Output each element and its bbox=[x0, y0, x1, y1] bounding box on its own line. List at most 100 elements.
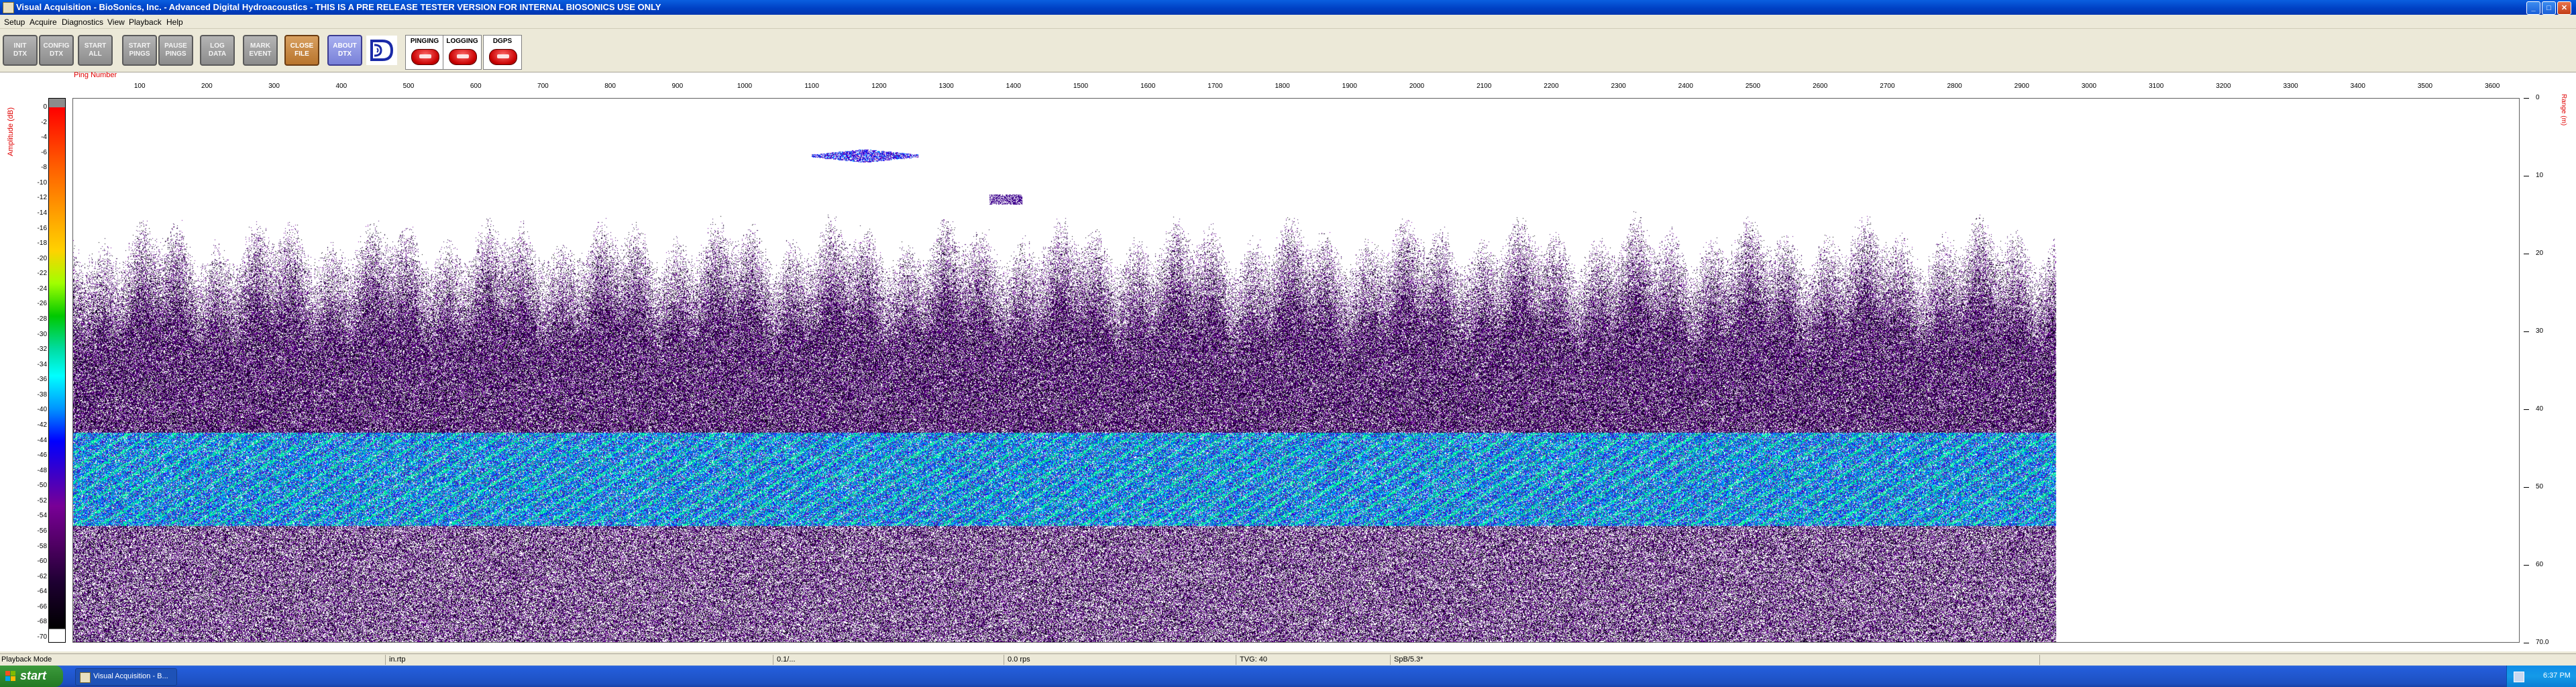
network-icon[interactable] bbox=[2514, 672, 2524, 682]
range-tick-mark bbox=[2524, 331, 2529, 332]
logging-led-icon bbox=[449, 49, 477, 65]
close-file-button[interactable]: CLOSE FILE bbox=[284, 35, 319, 66]
amplitude-tick-label: -64 bbox=[37, 588, 47, 596]
status-divider bbox=[1390, 655, 1391, 665]
range-tick-label: 50 bbox=[2536, 483, 2544, 490]
about-dtx-button[interactable]: ABOUT DTX bbox=[327, 35, 362, 66]
amplitude-tick-label: -28 bbox=[37, 315, 47, 323]
range-tick-label: 30 bbox=[2536, 327, 2544, 335]
pinging-indicator: PINGING bbox=[405, 35, 444, 70]
x-tick-label: 1400 bbox=[1006, 83, 1021, 90]
pause-pings-button[interactable]: PAUSE PINGS bbox=[158, 35, 193, 66]
system-tray: 6:37 PM bbox=[2506, 666, 2576, 687]
start-button[interactable]: start bbox=[0, 666, 63, 687]
minimize-button[interactable]: _ bbox=[2526, 1, 2540, 15]
range-tick-label: 10 bbox=[2536, 172, 2544, 179]
amplitude-tick-label: -22 bbox=[37, 270, 47, 278]
start-label: start bbox=[20, 669, 47, 682]
amplitude-tick-label: -42 bbox=[37, 421, 47, 429]
x-axis-title: Ping Number bbox=[74, 71, 117, 79]
amplitude-tick-label: -18 bbox=[37, 240, 47, 248]
x-tick-label: 1500 bbox=[1073, 83, 1089, 90]
taskbar-item-label: Visual Acquisition - B... bbox=[93, 672, 168, 680]
x-tick-label: 300 bbox=[268, 83, 280, 90]
mark-event-button[interactable]: MARK EVENT bbox=[243, 35, 278, 66]
amplitude-tick-label: -48 bbox=[37, 466, 47, 474]
amplitude-tick-label: -46 bbox=[37, 452, 47, 460]
dgps-label: DGPS bbox=[492, 38, 513, 45]
x-tick-label: 1100 bbox=[804, 83, 819, 90]
range-tick-label: 40 bbox=[2536, 405, 2544, 413]
maximize-button[interactable]: □ bbox=[2542, 1, 2556, 15]
menu-help[interactable]: Help bbox=[166, 17, 183, 27]
status-tvg: TVG: 40 bbox=[1240, 655, 1267, 664]
title-bar: Visual Acquisition - BioSonics, Inc. - A… bbox=[0, 0, 2576, 15]
menu-setup[interactable]: Setup bbox=[4, 17, 25, 27]
status-field6: SpB/5.3* bbox=[1394, 655, 1424, 664]
x-tick-label: 200 bbox=[201, 83, 213, 90]
config-dtx-label: CONFIG DTX bbox=[43, 42, 70, 58]
menu-diagnostics[interactable]: Diagnostics bbox=[62, 17, 103, 27]
menu-view[interactable]: View bbox=[107, 17, 125, 27]
status-bar: Playback Mode in.rtp 0.1/... 0.0 rps TVG… bbox=[0, 653, 2576, 666]
x-tick-label: 400 bbox=[335, 83, 347, 90]
taskbar-item-visual-acquisition[interactable]: Visual Acquisition - B... bbox=[75, 668, 177, 686]
amplitude-tick-label: -40 bbox=[37, 406, 47, 414]
x-tick-label: 1600 bbox=[1140, 83, 1156, 90]
x-tick-label: 3300 bbox=[2283, 83, 2298, 90]
x-tick-label: 900 bbox=[672, 83, 684, 90]
amplitude-tick-label: -58 bbox=[37, 542, 47, 550]
amplitude-tick-label: -10 bbox=[37, 178, 47, 187]
menu-playback[interactable]: Playback bbox=[129, 17, 162, 27]
amplitude-tick-label: -14 bbox=[37, 209, 47, 217]
start-pings-label: START PINGS bbox=[128, 42, 151, 58]
range-tick-label: 60 bbox=[2536, 561, 2544, 568]
app-icon bbox=[80, 672, 91, 683]
x-tick-label: 3000 bbox=[2081, 83, 2097, 90]
clock: 6:37 PM bbox=[2543, 672, 2571, 680]
log-data-button[interactable]: LOG DATA bbox=[200, 35, 235, 66]
range-axis: 0 10 20 30 40 50 60 70.0 bbox=[2524, 94, 2564, 646]
amplitude-tick-label: -66 bbox=[37, 602, 47, 611]
x-tick-label: 2500 bbox=[1745, 83, 1761, 90]
pinging-label: PINGING bbox=[410, 38, 439, 45]
amplitude-tick-label: -34 bbox=[37, 360, 47, 368]
amplitude-tick-label: -26 bbox=[37, 300, 47, 308]
x-tick-label: 2100 bbox=[1477, 83, 1492, 90]
pause-pings-label: PAUSE PINGS bbox=[164, 42, 187, 58]
x-tick-label: 1700 bbox=[1208, 83, 1223, 90]
range-tick-label: 70.0 bbox=[2536, 639, 2549, 646]
window-title: Visual Acquisition - BioSonics, Inc. - A… bbox=[16, 2, 661, 12]
menu-acquire[interactable]: Acquire bbox=[30, 17, 57, 27]
dgps-indicator: DGPS bbox=[483, 35, 522, 70]
about-dtx-label: ABOUT DTX bbox=[333, 42, 357, 58]
amplitude-tick-label: -38 bbox=[37, 390, 47, 399]
echogram-frame bbox=[72, 98, 2520, 643]
dgps-led-icon bbox=[489, 49, 517, 65]
config-dtx-button[interactable]: CONFIG DTX bbox=[39, 35, 74, 66]
amplitude-tick-label: -44 bbox=[37, 436, 47, 444]
amplitude-tick-label: -70 bbox=[37, 633, 47, 641]
x-tick-label: 500 bbox=[402, 83, 415, 90]
status-file: in.rtp bbox=[389, 655, 406, 664]
amplitude-tick-label: -2 bbox=[41, 118, 47, 126]
start-all-button[interactable]: START ALL bbox=[78, 35, 113, 66]
amplitude-tick-label: -32 bbox=[37, 346, 47, 354]
range-tick-mark bbox=[2524, 98, 2529, 99]
amplitude-tick-label: -4 bbox=[41, 134, 47, 142]
range-tick-mark bbox=[2524, 487, 2529, 488]
status-ping-rate: 0.0 rps bbox=[1008, 655, 1030, 664]
biosonics-logo-icon bbox=[366, 36, 397, 65]
amplitude-tick-label: -20 bbox=[37, 254, 47, 262]
close-file-label: CLOSE FILE bbox=[290, 42, 314, 58]
start-pings-button[interactable]: START PINGS bbox=[122, 35, 157, 66]
x-tick-label: 2000 bbox=[1409, 83, 1425, 90]
x-tick-label: 3500 bbox=[2417, 83, 2433, 90]
windows-flag-icon bbox=[5, 671, 15, 681]
range-tick-label: 20 bbox=[2536, 250, 2544, 257]
close-button[interactable]: ✕ bbox=[2557, 1, 2571, 15]
init-dtx-button[interactable]: INIT DTX bbox=[3, 35, 38, 66]
ping-number-axis: 100 200 300 400 500 600 700 800 900 1000 1100 1200 1… bbox=[72, 83, 2520, 96]
x-tick-label: 3600 bbox=[2485, 83, 2500, 90]
amplitude-tick-label: 0 bbox=[43, 103, 47, 111]
